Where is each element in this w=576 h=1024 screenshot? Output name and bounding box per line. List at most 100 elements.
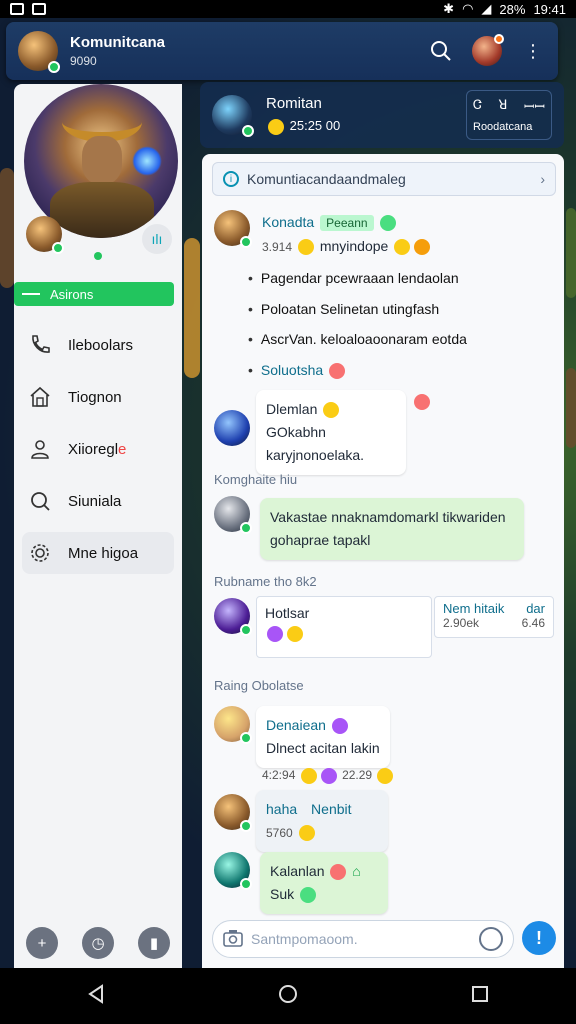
app-title: Komunitcana bbox=[70, 34, 166, 51]
community-avatar[interactable] bbox=[18, 31, 60, 73]
menu-item-1[interactable]: Ileboolars bbox=[22, 324, 174, 366]
emoji-icon bbox=[380, 214, 396, 231]
message-sender[interactable]: Konadta bbox=[262, 214, 314, 230]
system-nav-bar bbox=[0, 968, 576, 1024]
section-label: Raing Obolatse bbox=[214, 678, 304, 693]
menu-label-1: Ileboolars bbox=[68, 336, 134, 354]
search-icon bbox=[26, 487, 54, 515]
message-sender[interactable]: haha bbox=[266, 801, 297, 817]
emoji-icon bbox=[414, 239, 431, 256]
message-text: Dlemlan bbox=[266, 401, 318, 417]
menu-label-3-accent: e bbox=[118, 440, 127, 458]
voice-icon[interactable]: ılı bbox=[142, 224, 172, 254]
emoji-icon bbox=[298, 825, 315, 842]
message-text: Suk bbox=[270, 886, 295, 903]
home-icon[interactable] bbox=[277, 983, 299, 1010]
message-text: Kalanlan bbox=[270, 863, 325, 879]
info-icon: i bbox=[223, 171, 239, 187]
message-time: 4:2:94 bbox=[262, 768, 296, 783]
message-avatar[interactable] bbox=[214, 210, 252, 248]
side-drawer: ılı Asirons Ileboolars Tiognon Xiioregl e bbox=[14, 84, 182, 968]
list-item: Poloatan Selinetan utingfash bbox=[248, 301, 439, 317]
timer-icon[interactable]: ◷ bbox=[82, 927, 114, 959]
message-avatar[interactable] bbox=[214, 410, 250, 446]
message-time-2: 22.29 bbox=[342, 768, 373, 783]
chat-name: Romitan bbox=[266, 95, 322, 113]
message-composer[interactable]: Santmpomaoom. bbox=[212, 920, 514, 958]
app-bar: Komunitcana 9090 ⋮ bbox=[6, 22, 558, 80]
chat-avatar[interactable] bbox=[212, 95, 254, 137]
lock-icon[interactable]: ▮ bbox=[138, 927, 170, 959]
message-avatar[interactable] bbox=[214, 598, 252, 636]
profile-avatar[interactable] bbox=[472, 34, 504, 66]
menu-item-5[interactable]: Mne higoa bbox=[22, 532, 174, 574]
emoji-icon bbox=[300, 887, 317, 904]
search-icon[interactable] bbox=[428, 38, 454, 64]
message-text: GOkabhn bbox=[266, 424, 326, 441]
user-avatar[interactable] bbox=[26, 216, 64, 254]
list-item: Pagendar pcewraaan lendaolan bbox=[248, 270, 459, 286]
section-label: Komghaite hiu bbox=[214, 472, 298, 487]
chat-panel: i Komuntiacandaandmaleg › Konadta Peeann … bbox=[202, 154, 564, 968]
recents-icon[interactable] bbox=[469, 983, 491, 1010]
link-text: Soluotsha bbox=[260, 362, 324, 378]
list-item: AscrVan. keloaloaoonaram eotda bbox=[248, 331, 467, 347]
person-icon bbox=[26, 435, 54, 463]
online-indicator bbox=[94, 252, 102, 260]
more-options-icon[interactable]: ⋮ bbox=[520, 38, 546, 64]
message-input[interactable]: Santmpomaoom. bbox=[251, 931, 358, 947]
gear-icon bbox=[26, 539, 54, 567]
message-avatar[interactable] bbox=[214, 706, 252, 744]
actions-label: Asirons bbox=[50, 286, 94, 302]
message-avatar[interactable] bbox=[214, 496, 252, 534]
chat-header: Romitan 25:25 00 Ꮳ ꓤ ꟷꟷ Roodatcana bbox=[200, 82, 564, 148]
bluetooth-icon: ✱ bbox=[443, 1, 455, 16]
chat-status: 25:25 00 bbox=[289, 118, 341, 134]
camera-icon[interactable] bbox=[223, 929, 243, 950]
back-icon[interactable] bbox=[85, 983, 107, 1010]
actions-bar[interactable]: Asirons bbox=[14, 282, 174, 306]
card-title: Nem hitaik bbox=[443, 601, 505, 616]
message-time: 3.914 bbox=[262, 240, 293, 254]
message-avatar[interactable] bbox=[214, 794, 252, 832]
topic-bar[interactable]: i Komuntiacandaandmaleg › bbox=[212, 162, 556, 196]
card-title: Hotlsar bbox=[265, 605, 310, 621]
message-sender-2[interactable]: Nenbit bbox=[311, 801, 351, 817]
box-glyph-1: Ꮳ bbox=[473, 97, 482, 112]
message-text: karyjnonoelaka. bbox=[266, 447, 365, 464]
emoji-icon bbox=[287, 626, 303, 643]
add-icon[interactable]: + bbox=[26, 927, 58, 959]
menu-item-4[interactable]: Siuniala bbox=[22, 480, 174, 522]
chat-info-box[interactable]: Ꮳ ꓤ ꟷꟷ Roodatcana bbox=[466, 90, 552, 140]
clock-emoji-icon bbox=[268, 118, 284, 135]
emoji-icon bbox=[320, 768, 337, 784]
status-bar: ✱ ◠ ◢ 28% 19:41 bbox=[0, 0, 576, 18]
box-text: Roodatcana bbox=[473, 121, 533, 133]
emoji-icon bbox=[300, 768, 317, 784]
menu-item-2[interactable]: Tiognon bbox=[22, 376, 174, 418]
battery-text: 28% bbox=[499, 1, 526, 17]
card-right: dar bbox=[526, 601, 545, 616]
message-bubble: haha Nenbit 5760 bbox=[256, 790, 388, 853]
emoji-icon bbox=[331, 718, 348, 735]
sticker-icon[interactable] bbox=[479, 927, 503, 951]
house-icon bbox=[26, 383, 54, 411]
message-avatar[interactable] bbox=[214, 852, 252, 890]
info-card[interactable]: Nem hitaik dar 2.90ek 6.46 bbox=[434, 596, 554, 638]
emoji-icon bbox=[329, 363, 346, 380]
card-sub: 2.90ek bbox=[443, 616, 480, 630]
phone-icon bbox=[26, 331, 54, 359]
message-text: Dlnect acitan lakin bbox=[266, 740, 380, 757]
menu-item-3[interactable]: Xiioregl e bbox=[22, 428, 174, 470]
drawer-menu: Ileboolars Tiognon Xiioregl e Siuniala Mn… bbox=[14, 314, 182, 584]
list-item-link[interactable]: Soluotsha bbox=[248, 362, 347, 380]
section-label: Rubname tho 8k2 bbox=[214, 574, 317, 589]
send-button[interactable]: ! bbox=[522, 921, 556, 955]
role-badge: Peeann bbox=[320, 215, 374, 231]
drawer-footer: + ◷ ▮ bbox=[14, 922, 182, 964]
house-emoji-icon: ⌂ bbox=[352, 863, 361, 879]
emoji-icon bbox=[330, 864, 347, 881]
emoji-icon bbox=[297, 239, 314, 256]
attachment-card[interactable]: Hotlsar bbox=[256, 596, 432, 658]
message-sender[interactable]: Denaiean bbox=[266, 717, 326, 733]
